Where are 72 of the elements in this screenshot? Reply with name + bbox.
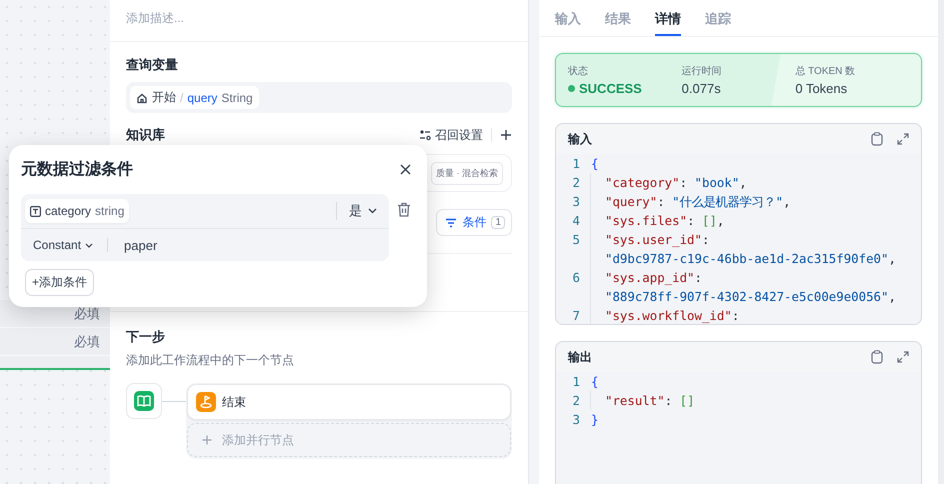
field-icon	[30, 206, 41, 216]
line-number: 2	[572, 174, 581, 192]
path-separator: /	[180, 90, 184, 104]
section-title: 查询变量	[126, 56, 179, 74]
variable-name: query	[187, 90, 218, 104]
node-card[interactable]: 结束	[187, 384, 511, 420]
section-title: 知识库	[126, 126, 165, 144]
filter-icon	[445, 218, 458, 228]
close-icon[interactable]	[400, 164, 411, 175]
node-label: 结束	[222, 394, 246, 410]
expand-icon[interactable]	[897, 133, 909, 145]
code-line: "query": "什么是机器学习？",	[590, 192, 791, 211]
caret-icon	[368, 208, 377, 214]
copy-icon[interactable]	[871, 132, 883, 146]
code-line: "d9bc9787-c19c-46bb-ae1d-2ac315f90fe0",	[590, 249, 896, 268]
line-number: 3	[572, 193, 581, 211]
code-line: "category": "book",	[590, 173, 747, 192]
value-source-select[interactable]: Constant	[33, 238, 108, 252]
status-label: 状态	[568, 64, 589, 78]
variable-tag[interactable]: 开始 / query String	[130, 86, 259, 109]
panel-title: 输出	[568, 348, 592, 366]
retrieval-tag: 质量 · 混合检索	[431, 162, 503, 184]
home-icon	[136, 92, 148, 104]
copy-icon[interactable]	[871, 350, 883, 364]
line-number: 3	[572, 411, 581, 429]
add-condition-button[interactable]: +添加条件	[25, 269, 94, 296]
code-line: "sys.workflow_id":	[590, 306, 740, 324]
runtime-value: 0.077s	[682, 81, 722, 96]
plus-icon	[202, 435, 212, 445]
section-subtitle: 添加此工作流程中的下一个节点	[126, 352, 295, 369]
plus-icon[interactable]	[500, 129, 512, 141]
line-number: 5	[572, 231, 581, 249]
code-line: "889c78ff-907f-4302-8427-e5c00e9e0056",	[590, 287, 896, 306]
field-name: category	[45, 204, 92, 218]
flag-icon	[196, 392, 216, 412]
code-line: {	[590, 155, 598, 173]
code-line: "sys.app_id":	[590, 268, 702, 287]
runtime-label: 运行时间	[682, 64, 723, 78]
field-tag[interactable]: category string	[25, 199, 130, 223]
caret-icon	[85, 242, 94, 248]
dialog-title: 元数据过滤条件	[21, 160, 133, 180]
code-line: }	[590, 411, 598, 429]
conditions-button[interactable]: 条件 1	[436, 209, 512, 236]
required-label: 必填	[74, 332, 101, 350]
code-line: "sys.files": [],	[590, 211, 724, 230]
code-line: {	[590, 373, 598, 391]
line-number: 7	[572, 307, 581, 324]
line-number: 4	[572, 212, 581, 230]
count-badge: 1	[491, 216, 505, 229]
line-number: 6	[572, 269, 581, 287]
code-line: "sys.user_id":	[590, 230, 710, 249]
operator-select[interactable]: 是	[336, 202, 385, 220]
line-number: 1	[572, 373, 581, 391]
section-title: 下一步	[126, 328, 166, 346]
line-number: 1	[572, 155, 581, 173]
panel-title: 输入	[568, 130, 592, 148]
code-line: "result": []	[590, 391, 695, 410]
expand-icon[interactable]	[897, 351, 909, 363]
required-label: 必填	[74, 304, 101, 322]
trash-icon[interactable]	[397, 202, 411, 217]
token-label: 总 TOKEN 数	[795, 64, 856, 78]
tab[interactable]: 详情	[655, 0, 681, 36]
line-number: 2	[572, 392, 581, 410]
variable-type: String	[221, 90, 253, 104]
book-icon	[134, 391, 154, 411]
token-value: 0 Tokens	[795, 81, 848, 96]
recall-settings-button[interactable]: 召回设置	[419, 126, 483, 144]
value-field[interactable]: paper	[108, 238, 158, 252]
status-value: SUCCESS	[579, 81, 642, 96]
field-type: string	[95, 204, 124, 218]
variable-source: 开始	[152, 89, 176, 106]
settings-icon	[419, 129, 431, 141]
